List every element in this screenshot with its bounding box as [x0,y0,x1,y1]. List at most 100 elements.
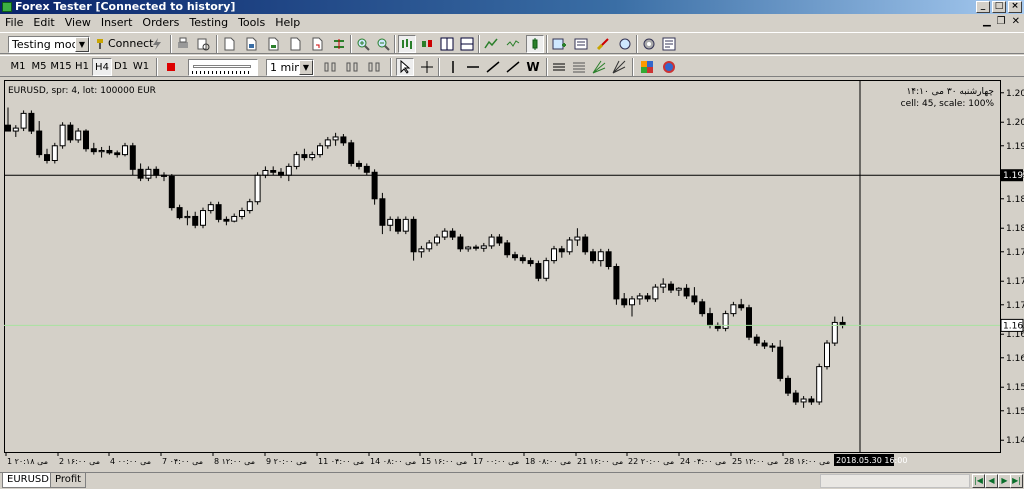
window-split-icon[interactable] [458,35,476,53]
bull-candle [675,287,682,291]
timeframe-h1[interactable]: H1 [72,58,92,76]
speed-select[interactable]: 1 min ▼ [266,59,314,76]
date-tick-label: 11 ۰۴:۰۰ می [318,457,364,466]
pitchfork-icon[interactable] [610,58,628,76]
step-back-icon[interactable] [322,58,340,76]
mode-select[interactable]: Testing mode ▼ [8,36,90,53]
statistics-icon[interactable] [660,35,678,53]
close-button[interactable]: × [1008,1,1022,13]
bar-chart-icon[interactable] [398,35,416,53]
menu-tools[interactable]: Tools [233,14,270,31]
gann-fan-icon[interactable] [590,58,608,76]
menu-testing[interactable]: Testing [184,14,233,31]
window-tile-icon[interactable] [438,35,456,53]
speed-select-value: 1 min [270,61,302,74]
chevron-down-icon: ▼ [299,60,313,75]
bear-candle [5,124,11,132]
new-document-icon[interactable] [220,35,238,53]
vertical-line-icon[interactable] [444,58,462,76]
step-icon[interactable] [344,58,362,76]
fibonacci-icon[interactable] [570,58,588,76]
zoom-out-icon[interactable] [374,35,392,53]
zoom-in-icon[interactable] [354,35,372,53]
line-chart-icon[interactable] [482,35,500,53]
timeframe-m5[interactable]: M5 [29,58,49,76]
menu-insert[interactable]: Insert [96,14,138,31]
color-wheel-icon[interactable] [660,58,678,76]
candlestick-chart[interactable]: 1.206 1.201 1.197 1.192 1.188 1.183 1.179 1.174… [4,80,1024,470]
lightning-icon[interactable] [148,35,166,53]
stop-icon[interactable] [162,58,180,76]
cursor-icon[interactable] [396,58,414,76]
menu-view[interactable]: View [60,14,96,31]
bull-candle [426,242,433,250]
brush-icon[interactable] [594,35,612,53]
bear-candle [777,346,784,379]
timeframe-toolbar: M1 M5 M15 H1 H4 D1 W1 1 min ▼ W [0,55,1024,77]
candlestick-icon[interactable] [526,35,544,53]
bull-candle [480,245,487,249]
date-tick-label: 4 ۰۰:۰۰ می [110,457,151,466]
tab-eurusd[interactable]: EURUSD [2,473,54,488]
timeframe-d1[interactable]: D1 [111,58,131,76]
bull-candle [387,218,394,226]
bear-candle [707,313,713,326]
indicator-icon[interactable] [504,35,522,53]
menu-file[interactable]: File [0,14,28,31]
horizontal-line-icon[interactable] [464,58,482,76]
bull-candle [184,215,191,219]
bull-candle [332,136,339,141]
price-tick-label: 1.156 [1006,383,1024,393]
open-document-icon[interactable] [242,35,260,53]
channel-icon[interactable] [550,58,568,76]
chart-window[interactable]: 1.206 1.201 1.197 1.192 1.188 1.183 1.179 1.174… [4,80,1024,470]
price-tick-label: 1.152 [1006,407,1024,417]
orders-list-icon[interactable] [572,35,590,53]
connect-button[interactable]: Connect [92,35,153,53]
crosshair-icon[interactable] [418,58,436,76]
timeframe-m15[interactable]: M15 [50,58,72,76]
nav-last-icon[interactable]: ▶| [1010,474,1023,488]
current-price-label: 1.165 [1003,321,1024,331]
price-chart[interactable]: 1.206 1.201 1.197 1.192 1.188 1.183 1.179 1.174… [4,80,1024,470]
bear-candle [668,283,674,291]
step-forward-icon[interactable] [366,58,384,76]
horizontal-scrollbar[interactable] [820,474,970,488]
globe-icon[interactable] [616,35,634,53]
bear-candle [683,287,690,297]
trend-line-icon[interactable] [484,58,502,76]
date-tick-label: 17 ۰۰:۰۰ می [473,457,519,466]
nav-first-icon[interactable]: |◀ [972,474,985,488]
wave-tool-icon[interactable]: W [524,58,542,76]
mdi-close-icon[interactable]: ✕ [1012,16,1020,27]
ray-line-icon[interactable] [504,58,522,76]
bear-candle [114,152,121,156]
timeframe-h4[interactable]: H4 [92,58,112,76]
print-icon[interactable] [174,35,192,53]
bull-candle [293,154,300,167]
speed-slider[interactable] [188,59,258,76]
mdi-restore-icon[interactable]: ❐ [997,16,1006,27]
nav-prev-icon[interactable]: ◀ [985,474,998,488]
settings-icon[interactable] [640,35,658,53]
save-document-icon[interactable] [264,35,282,53]
bear-candle [168,175,175,209]
menu-help[interactable]: Help [270,14,305,31]
document-template-icon[interactable] [286,35,304,53]
color-palette-icon[interactable] [638,58,656,76]
menu-edit[interactable]: Edit [28,14,59,31]
bull-candle [566,239,573,253]
bear-candle [129,145,136,170]
timeframe-w1[interactable]: W1 [131,58,151,76]
new-order-icon[interactable] [550,35,568,53]
document-export-icon[interactable] [308,35,326,53]
print-preview-icon[interactable] [194,35,212,53]
candle-chart-icon[interactable] [418,35,436,53]
timeframe-m1[interactable]: M1 [8,58,28,76]
minimize-button[interactable]: _ [976,1,990,13]
mdi-minimize-icon[interactable]: ▁ [983,16,991,27]
fit-chart-icon[interactable] [330,35,348,53]
tab-profit[interactable]: Profit [50,473,87,488]
maximize-button[interactable]: □ [992,1,1006,13]
menu-orders[interactable]: Orders [137,14,184,31]
